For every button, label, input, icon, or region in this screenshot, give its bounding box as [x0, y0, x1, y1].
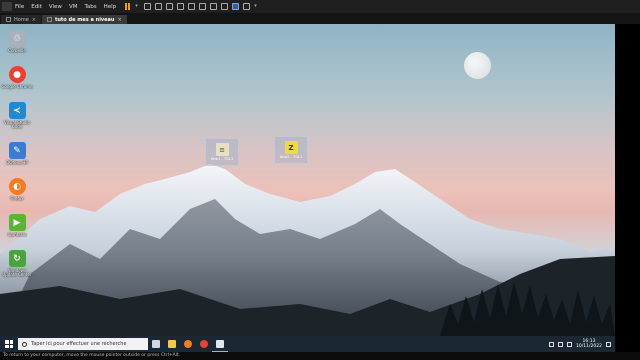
camtasia-icon: ▶ [8, 214, 26, 231]
menu-edit[interactable]: Edit [31, 4, 42, 10]
snapshot-icon[interactable] [155, 3, 163, 10]
desktop-file-label: titre1 - TGL1 [210, 157, 234, 161]
desktop-icon-camtasia[interactable]: ▶ Camtasia [1, 214, 33, 237]
console-view-icon[interactable] [232, 3, 240, 10]
desktop-icon-recycle-bin[interactable]: ♲ Corbeille [1, 30, 33, 53]
snapshot-revert-icon[interactable] [166, 3, 174, 10]
close-icon[interactable]: × [32, 17, 36, 23]
desktop[interactable]: ♲ Corbeille ● Google Chrome ≺ Visual Stu… [0, 24, 615, 336]
tab-home-label: Home [14, 16, 29, 23]
stretch-icon[interactable] [243, 3, 251, 10]
vm-toolbar: ▾ ▾ [124, 3, 259, 10]
library-icon[interactable] [188, 3, 196, 10]
desktop-icon-label: Corbeille [8, 48, 26, 53]
vmware-menubar: File Edit View VM Tabs Help ▾ ▾ [0, 0, 640, 13]
desktop-icon-label: Google Chrome [1, 84, 33, 89]
chrome-icon [200, 340, 208, 348]
full-screen-icon[interactable] [210, 3, 218, 10]
search-placeholder: Taper ici pour effectuer une recherche [31, 341, 127, 347]
chrome-taskbar-button[interactable] [196, 336, 212, 352]
update-center-icon: ↻ [8, 250, 26, 267]
desktop-icon-firefox[interactable]: ◐ Firefox [1, 178, 33, 201]
document-icon: ≡ [215, 143, 229, 156]
desktop-file-1[interactable]: ≡ titre1 - TGL1 [205, 138, 239, 166]
vmware-app-icon [216, 339, 224, 348]
menu-vm[interactable]: VM [69, 4, 78, 10]
tab-home[interactable]: Home × [1, 15, 41, 24]
vmware-status-bar: To return to your computer, move the mou… [0, 352, 640, 360]
file-explorer-button[interactable] [164, 336, 180, 352]
desktop-file-label: titre2 - TGL1 [279, 155, 303, 159]
zip-folder-icon: Z [284, 141, 298, 154]
network-icon[interactable] [558, 341, 564, 347]
desktop-icon-app[interactable]: ✎ OQtous.HP [1, 142, 33, 165]
vm-console-margin [615, 24, 640, 336]
task-view-button[interactable] [148, 336, 164, 352]
vm-tab-bar: Home × tuto de mes a niveau × [0, 13, 640, 24]
desktop-icon-chrome[interactable]: ● Google Chrome [1, 66, 33, 89]
menu-file[interactable]: File [15, 4, 24, 10]
app-icon: ✎ [8, 142, 26, 159]
task-view-icon [152, 340, 160, 348]
chrome-icon: ● [8, 66, 26, 83]
tab-vm[interactable]: tuto de mes a niveau × [41, 15, 127, 24]
desktop-icon-label: Firefox [10, 196, 24, 201]
vm-icon [46, 17, 52, 22]
firefox-icon: ◐ [8, 178, 26, 195]
search-icon [22, 341, 27, 347]
pause-icon[interactable] [124, 3, 131, 10]
wallpaper-mountains [0, 164, 615, 336]
send-ctrl-alt-del-icon[interactable] [144, 3, 152, 10]
dropdown-icon[interactable]: ▾ [135, 3, 140, 10]
search-box[interactable]: Taper ici pour effectuer une recherche [18, 338, 148, 350]
vmware-logo-icon [2, 2, 12, 11]
stretch-dropdown-icon[interactable]: ▾ [254, 3, 259, 10]
system-tray: 16:13 10/11/2022 [549, 339, 615, 349]
unity-icon[interactable] [221, 3, 229, 10]
desktop-icon-update-center[interactable]: ↻ Windows Update Center [1, 250, 33, 278]
chevron-up-icon[interactable] [549, 341, 555, 347]
tab-vm-label: tuto de mes a niveau [54, 16, 115, 23]
taskbar-clock[interactable]: 16:13 10/11/2022 [576, 339, 602, 349]
home-icon [6, 17, 11, 22]
desktop-icon-label: Camtasia [7, 232, 27, 237]
vscode-icon: ≺ [8, 102, 26, 119]
desktop-icon-label: Windows Update Center [2, 268, 32, 278]
vm-menu: File Edit View VM Tabs Help [15, 4, 116, 10]
menu-tabs[interactable]: Tabs [84, 4, 96, 10]
vmware-taskbar-button[interactable] [212, 336, 228, 352]
taskbar: Taper ici pour effectuer une recherche 1… [0, 336, 615, 352]
close-icon[interactable]: × [118, 17, 122, 23]
menu-view[interactable]: View [49, 4, 62, 10]
desktop-file-2[interactable]: Z titre2 - TGL1 [274, 136, 308, 164]
windows-logo-icon [5, 340, 13, 348]
firefox-icon [184, 340, 192, 348]
desktop-icon-vscode[interactable]: ≺ Visual Studio Code [1, 102, 33, 130]
recycle-bin-icon: ♲ [8, 30, 26, 47]
snapshot-manager-icon[interactable] [177, 3, 185, 10]
desktop-icon-label: Visual Studio Code [4, 120, 30, 130]
start-button[interactable] [0, 336, 18, 352]
clock-date: 10/11/2022 [576, 344, 602, 349]
desktop-icon-label: OQtous.HP [6, 160, 28, 165]
thumbnail-icon[interactable] [199, 3, 207, 10]
menu-help[interactable]: Help [104, 4, 117, 10]
volume-icon[interactable] [567, 341, 573, 347]
notification-icon[interactable] [606, 341, 611, 347]
file-explorer-icon [168, 340, 176, 348]
firefox-taskbar-button[interactable] [180, 336, 196, 352]
